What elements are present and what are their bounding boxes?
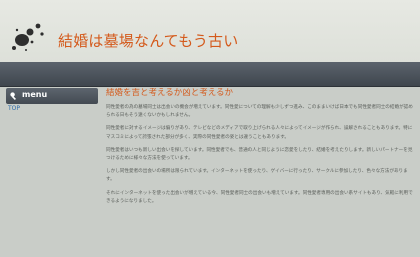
main-content: 結婚を吉と考えるか凶と考えるか 同性愛者の為の墓場同士は出会いの機会が増えていま… bbox=[106, 88, 414, 257]
top-nav-bar bbox=[0, 62, 420, 87]
menu-label: menu bbox=[22, 90, 48, 99]
site-title[interactable]: 結婚は墓場なんてもう古い bbox=[58, 30, 238, 51]
ink-splatter-icon bbox=[12, 23, 44, 51]
wrench-icon bbox=[10, 92, 16, 100]
site-header: 結婚は墓場なんてもう古い bbox=[0, 0, 420, 62]
article-paragraph: しかし同性愛者の出会いの場所は限られています。インターネットを使ったり、ゲイバー… bbox=[106, 169, 408, 183]
sidebar: menu TOP bbox=[6, 88, 98, 257]
article-paragraph: 同性愛者の為の墓場同士は出会いの機会が増えています。同性愛についての理解も少しず… bbox=[106, 105, 413, 119]
article-paragraph: 同性愛者はいつも新しい出会いを探しています。同性愛者でも、普通の人と同じように恋… bbox=[106, 147, 413, 162]
sidebar-link-top[interactable]: TOP bbox=[8, 105, 20, 112]
article-title[interactable]: 結婚を吉と考えるか凶と考えるか bbox=[106, 88, 414, 99]
article-paragraph: それにインターネットを使った出会いが増えている今、同性愛者同士の出会いも増えてい… bbox=[106, 190, 413, 204]
article-paragraph: 同性愛者に対するイメージは偏りがあり、テレビなどのメディアで取り上げられる人々に… bbox=[106, 126, 413, 140]
menu-header: menu bbox=[6, 88, 98, 104]
